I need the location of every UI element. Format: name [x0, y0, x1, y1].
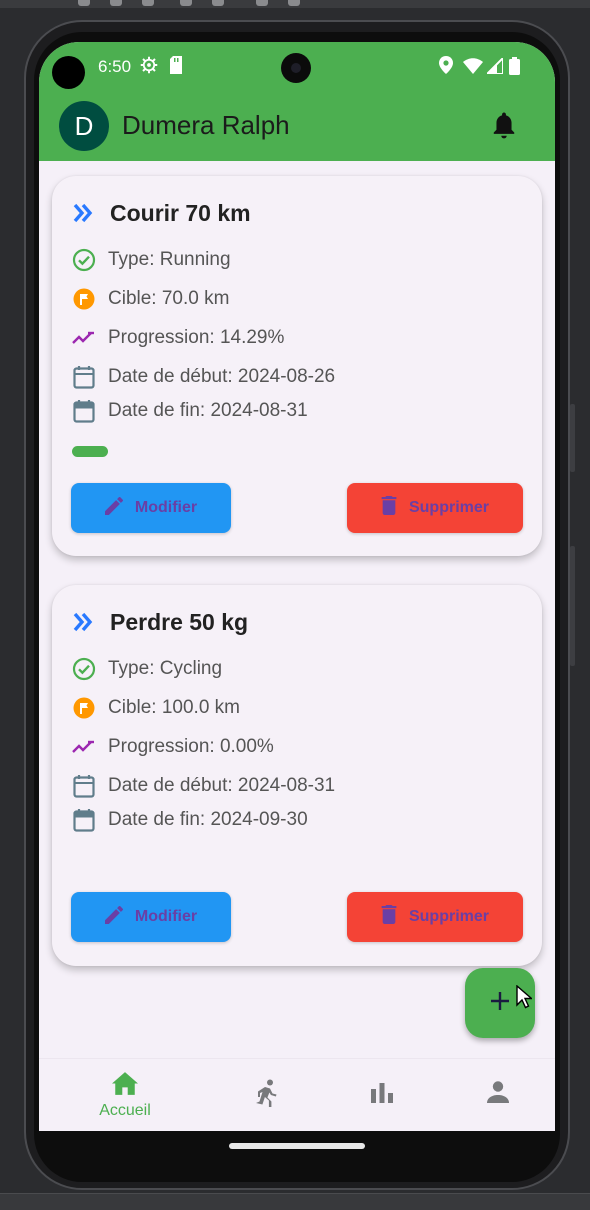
delete-button-label: Supprimer	[408, 908, 489, 925]
volume-button[interactable]	[570, 404, 575, 472]
toolbar-icon[interactable]	[180, 0, 192, 6]
edit-button[interactable]: Modifier	[71, 483, 231, 533]
double-chevron-icon	[72, 610, 96, 634]
edit-button-label: Modifier	[134, 499, 198, 516]
nav-item-activity[interactable]	[207, 1059, 327, 1131]
settings-icon	[140, 56, 158, 79]
goal-start-date: Date de début: 2024-08-26	[108, 366, 336, 387]
toolbar-icon[interactable]	[78, 0, 90, 6]
goal-type: Type: Cycling	[108, 658, 223, 679]
goal-start-row: Date de début: 2024-08-31	[72, 773, 335, 799]
goal-start-row: Date de début: 2024-08-26	[72, 364, 335, 390]
pencil-icon	[104, 905, 123, 929]
goal-title: Perdre 50 kg	[110, 608, 249, 635]
running-icon	[256, 1079, 278, 1112]
edit-button[interactable]: Modifier	[71, 892, 231, 942]
goal-card[interactable]: Perdre 50 kg Type: Cycling Cible: 100.0 …	[52, 585, 542, 966]
goal-target: Cible: 100.0 km	[108, 697, 241, 718]
goal-start-date: Date de début: 2024-08-31	[108, 775, 336, 796]
ide-toolbar	[0, 0, 590, 8]
phone-screen: 6:50 D Dumera Ralph Courir 70 km Type: R…	[39, 42, 555, 1131]
trending-up-icon	[72, 326, 96, 350]
trash-icon	[381, 496, 397, 520]
check-circle-icon	[72, 657, 96, 681]
flag-icon	[72, 696, 96, 720]
goal-end-row: Date de fin: 2024-09-30	[72, 807, 308, 833]
mouse-cursor-icon	[516, 984, 534, 1014]
sd-card-icon	[169, 56, 183, 79]
goal-card[interactable]: Courir 70 km Type: Running Cible: 70.0 k…	[52, 176, 542, 556]
user-name: Dumera Ralph	[122, 110, 290, 140]
delete-button-label: Supprimer	[408, 499, 489, 516]
toolbar-icon[interactable]	[212, 0, 224, 6]
status-time: 6:50	[98, 57, 132, 76]
goal-type-row: Type: Running	[72, 247, 231, 273]
delete-button[interactable]: Supprimer	[347, 892, 523, 942]
add-icon	[489, 990, 511, 1017]
front-camera	[281, 53, 311, 83]
bell-icon[interactable]	[491, 112, 517, 145]
person-icon	[487, 1081, 509, 1108]
toolbar-icon[interactable]	[142, 0, 154, 6]
trash-icon	[381, 905, 397, 929]
goal-end-date: Date de fin: 2024-08-31	[108, 400, 308, 421]
delete-button[interactable]: Supprimer	[347, 483, 523, 533]
goal-target: Cible: 70.0 km	[108, 288, 230, 309]
calendar-icon	[72, 774, 96, 798]
double-chevron-icon	[72, 201, 96, 225]
flag-icon	[72, 287, 96, 311]
nav-item-home[interactable]: Accueil	[65, 1059, 185, 1131]
goal-progress: Progression: 0.00%	[108, 736, 274, 757]
camera-cutout	[52, 56, 85, 89]
goal-title-row: Perdre 50 kg	[72, 607, 248, 637]
wifi-icon	[463, 58, 483, 79]
gesture-bar[interactable]	[229, 1143, 365, 1149]
location-icon	[439, 56, 453, 79]
ide-status-bar	[0, 1193, 590, 1210]
goal-type: Type: Running	[108, 249, 231, 270]
avatar[interactable]: D	[59, 101, 109, 151]
nav-item-profile[interactable]	[438, 1059, 555, 1131]
battery-icon	[509, 57, 520, 80]
goal-end-row: Date de fin: 2024-08-31	[72, 398, 308, 424]
goal-title: Courir 70 km	[110, 199, 251, 226]
goal-target-row: Cible: 100.0 km	[72, 695, 240, 721]
edit-button-label: Modifier	[134, 908, 198, 925]
calendar-icon	[72, 399, 96, 423]
goal-end-date: Date de fin: 2024-09-30	[108, 809, 308, 830]
nav-label-home: Accueil	[99, 1102, 151, 1119]
goal-type-row: Type: Cycling	[72, 656, 222, 682]
check-circle-icon	[72, 248, 96, 272]
pencil-icon	[104, 496, 123, 520]
status-bar: 6:50	[39, 42, 555, 92]
nav-item-stats[interactable]	[322, 1059, 442, 1131]
bottom-navigation: Accueil	[39, 1058, 555, 1131]
goal-progress: Progression: 14.29%	[108, 327, 285, 348]
goal-target-row: Cible: 70.0 km	[72, 286, 229, 312]
progress-bar	[72, 446, 108, 457]
goal-progress-row: Progression: 14.29%	[72, 325, 284, 351]
signal-icon	[484, 55, 504, 79]
bar-chart-icon	[371, 1081, 393, 1108]
trending-up-icon	[72, 735, 96, 759]
toolbar-icon[interactable]	[110, 0, 122, 6]
app-header: 6:50 D Dumera Ralph	[39, 42, 555, 161]
toolbar-icon[interactable]	[288, 0, 300, 6]
home-icon	[112, 1071, 138, 1100]
calendar-icon	[72, 365, 96, 389]
power-button[interactable]	[570, 546, 575, 666]
toolbar-icon[interactable]	[256, 0, 268, 6]
goal-progress-row: Progression: 0.00%	[72, 734, 274, 760]
calendar-icon	[72, 808, 96, 832]
goal-title-row: Courir 70 km	[72, 198, 251, 228]
